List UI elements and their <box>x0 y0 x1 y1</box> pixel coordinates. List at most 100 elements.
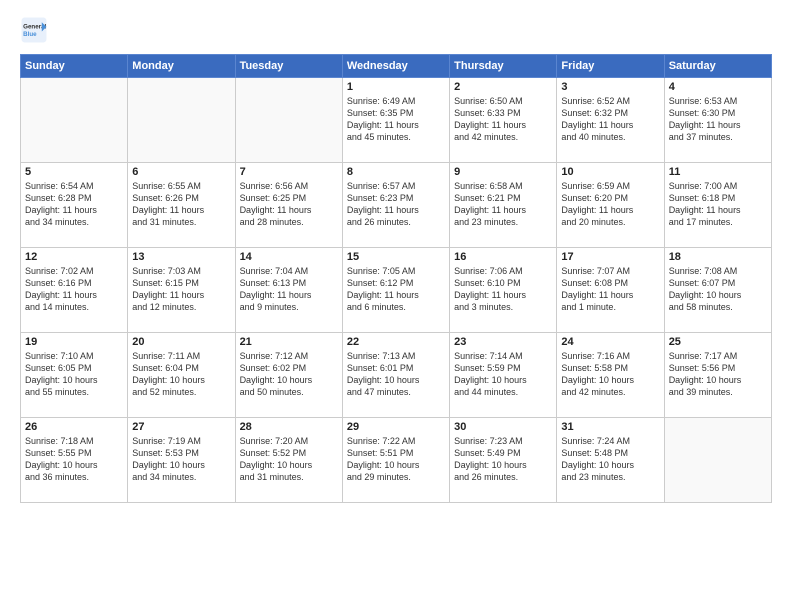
day-number: 10 <box>561 166 659 178</box>
day-number: 12 <box>25 251 123 263</box>
day-number: 14 <box>240 251 338 263</box>
day-info: Sunrise: 6:58 AM Sunset: 6:21 PM Dayligh… <box>454 180 552 229</box>
day-info: Sunrise: 7:00 AM Sunset: 6:18 PM Dayligh… <box>669 180 767 229</box>
weekday-header-friday: Friday <box>557 55 664 78</box>
calendar-week-row: 26Sunrise: 7:18 AM Sunset: 5:55 PM Dayli… <box>21 418 772 503</box>
day-number: 18 <box>669 251 767 263</box>
day-number: 29 <box>347 421 445 433</box>
day-info: Sunrise: 7:06 AM Sunset: 6:10 PM Dayligh… <box>454 265 552 314</box>
day-number: 20 <box>132 336 230 348</box>
calendar-cell: 1 Sunrise: 6:49 AM Sunset: 6:35 PM Daylig… <box>342 78 449 163</box>
calendar-cell: 28 Sunrise: 7:20 AM Sunset: 5:52 PM Dayli… <box>235 418 342 503</box>
day-number: 30 <box>454 421 552 433</box>
day-number: 3 <box>561 81 659 93</box>
day-info: Sunrise: 7:02 AM Sunset: 6:16 PM Dayligh… <box>25 265 123 314</box>
day-number: 25 <box>669 336 767 348</box>
calendar-cell: 29 Sunrise: 7:22 AM Sunset: 5:51 PM Dayli… <box>342 418 449 503</box>
calendar-cell: 17 Sunrise: 7:07 AM Sunset: 6:08 PM Dayli… <box>557 248 664 333</box>
day-number: 17 <box>561 251 659 263</box>
day-info: Sunrise: 7:07 AM Sunset: 6:08 PM Dayligh… <box>561 265 659 314</box>
day-info: Sunrise: 7:20 AM Sunset: 5:52 PM Dayligh… <box>240 435 338 484</box>
day-info: Sunrise: 7:16 AM Sunset: 5:58 PM Dayligh… <box>561 350 659 399</box>
calendar-cell: 30 Sunrise: 7:23 AM Sunset: 5:49 PM Dayli… <box>450 418 557 503</box>
calendar-cell <box>664 418 771 503</box>
calendar-cell: 16 Sunrise: 7:06 AM Sunset: 6:10 PM Dayli… <box>450 248 557 333</box>
logo: General Blue <box>20 16 48 44</box>
day-number: 28 <box>240 421 338 433</box>
day-number: 7 <box>240 166 338 178</box>
calendar-cell <box>128 78 235 163</box>
calendar-cell: 14 Sunrise: 7:04 AM Sunset: 6:13 PM Dayli… <box>235 248 342 333</box>
calendar-cell: 12 Sunrise: 7:02 AM Sunset: 6:16 PM Dayli… <box>21 248 128 333</box>
calendar-table: SundayMondayTuesdayWednesdayThursdayFrid… <box>20 54 772 503</box>
day-number: 19 <box>25 336 123 348</box>
header: General Blue <box>20 16 772 44</box>
day-number: 24 <box>561 336 659 348</box>
day-info: Sunrise: 7:23 AM Sunset: 5:49 PM Dayligh… <box>454 435 552 484</box>
day-number: 5 <box>25 166 123 178</box>
weekday-header-wednesday: Wednesday <box>342 55 449 78</box>
day-info: Sunrise: 7:22 AM Sunset: 5:51 PM Dayligh… <box>347 435 445 484</box>
calendar-cell: 6 Sunrise: 6:55 AM Sunset: 6:26 PM Daylig… <box>128 163 235 248</box>
calendar-cell: 13 Sunrise: 7:03 AM Sunset: 6:15 PM Dayli… <box>128 248 235 333</box>
day-number: 31 <box>561 421 659 433</box>
calendar-cell <box>21 78 128 163</box>
day-number: 1 <box>347 81 445 93</box>
day-info: Sunrise: 7:11 AM Sunset: 6:04 PM Dayligh… <box>132 350 230 399</box>
calendar-cell: 19 Sunrise: 7:10 AM Sunset: 6:05 PM Dayli… <box>21 333 128 418</box>
day-info: Sunrise: 7:13 AM Sunset: 6:01 PM Dayligh… <box>347 350 445 399</box>
calendar-cell: 26Sunrise: 7:18 AM Sunset: 5:55 PM Dayli… <box>21 418 128 503</box>
calendar-cell: 20 Sunrise: 7:11 AM Sunset: 6:04 PM Dayli… <box>128 333 235 418</box>
day-info: Sunrise: 7:19 AM Sunset: 5:53 PM Dayligh… <box>132 435 230 484</box>
calendar-cell: 7 Sunrise: 6:56 AM Sunset: 6:25 PM Daylig… <box>235 163 342 248</box>
calendar-cell: 25 Sunrise: 7:17 AM Sunset: 5:56 PM Dayli… <box>664 333 771 418</box>
day-info: Sunrise: 7:04 AM Sunset: 6:13 PM Dayligh… <box>240 265 338 314</box>
page: General Blue SundayMondayTuesdayWednesda… <box>0 0 792 612</box>
day-info: Sunrise: 6:54 AM Sunset: 6:28 PM Dayligh… <box>25 180 123 229</box>
calendar-week-row: 19 Sunrise: 7:10 AM Sunset: 6:05 PM Dayli… <box>21 333 772 418</box>
day-number: 27 <box>132 421 230 433</box>
calendar-cell: 18 Sunrise: 7:08 AM Sunset: 6:07 PM Dayli… <box>664 248 771 333</box>
calendar-cell: 24 Sunrise: 7:16 AM Sunset: 5:58 PM Dayli… <box>557 333 664 418</box>
day-info: Sunrise: 7:17 AM Sunset: 5:56 PM Dayligh… <box>669 350 767 399</box>
calendar-week-row: 1 Sunrise: 6:49 AM Sunset: 6:35 PM Daylig… <box>21 78 772 163</box>
day-info: Sunrise: 7:18 AM Sunset: 5:55 PM Dayligh… <box>25 435 123 484</box>
svg-text:Blue: Blue <box>23 31 37 38</box>
day-number: 6 <box>132 166 230 178</box>
calendar-cell: 22Sunrise: 7:13 AM Sunset: 6:01 PM Dayli… <box>342 333 449 418</box>
day-info: Sunrise: 6:56 AM Sunset: 6:25 PM Dayligh… <box>240 180 338 229</box>
weekday-header-monday: Monday <box>128 55 235 78</box>
calendar-week-row: 12 Sunrise: 7:02 AM Sunset: 6:16 PM Dayli… <box>21 248 772 333</box>
day-info: Sunrise: 7:10 AM Sunset: 6:05 PM Dayligh… <box>25 350 123 399</box>
calendar-cell: 23Sunrise: 7:14 AM Sunset: 5:59 PM Dayli… <box>450 333 557 418</box>
calendar-cell: 4Sunrise: 6:53 AM Sunset: 6:30 PM Daylig… <box>664 78 771 163</box>
weekday-header-saturday: Saturday <box>664 55 771 78</box>
day-info: Sunrise: 6:52 AM Sunset: 6:32 PM Dayligh… <box>561 95 659 144</box>
weekday-header-sunday: Sunday <box>21 55 128 78</box>
calendar-cell: 15Sunrise: 7:05 AM Sunset: 6:12 PM Dayli… <box>342 248 449 333</box>
calendar-cell <box>235 78 342 163</box>
day-info: Sunrise: 6:57 AM Sunset: 6:23 PM Dayligh… <box>347 180 445 229</box>
day-info: Sunrise: 7:08 AM Sunset: 6:07 PM Dayligh… <box>669 265 767 314</box>
day-info: Sunrise: 6:49 AM Sunset: 6:35 PM Dayligh… <box>347 95 445 144</box>
calendar-cell: 3 Sunrise: 6:52 AM Sunset: 6:32 PM Daylig… <box>557 78 664 163</box>
calendar-cell: 2 Sunrise: 6:50 AM Sunset: 6:33 PM Daylig… <box>450 78 557 163</box>
day-number: 4 <box>669 81 767 93</box>
calendar-cell: 5 Sunrise: 6:54 AM Sunset: 6:28 PM Daylig… <box>21 163 128 248</box>
calendar-cell: 31Sunrise: 7:24 AM Sunset: 5:48 PM Dayli… <box>557 418 664 503</box>
day-number: 16 <box>454 251 552 263</box>
calendar-cell: 9Sunrise: 6:58 AM Sunset: 6:21 PM Daylig… <box>450 163 557 248</box>
day-number: 13 <box>132 251 230 263</box>
calendar-cell: 27 Sunrise: 7:19 AM Sunset: 5:53 PM Dayli… <box>128 418 235 503</box>
day-info: Sunrise: 6:50 AM Sunset: 6:33 PM Dayligh… <box>454 95 552 144</box>
day-info: Sunrise: 7:03 AM Sunset: 6:15 PM Dayligh… <box>132 265 230 314</box>
day-info: Sunrise: 7:05 AM Sunset: 6:12 PM Dayligh… <box>347 265 445 314</box>
day-number: 2 <box>454 81 552 93</box>
day-number: 11 <box>669 166 767 178</box>
day-info: Sunrise: 7:12 AM Sunset: 6:02 PM Dayligh… <box>240 350 338 399</box>
weekday-header-thursday: Thursday <box>450 55 557 78</box>
weekday-header-tuesday: Tuesday <box>235 55 342 78</box>
day-info: Sunrise: 6:55 AM Sunset: 6:26 PM Dayligh… <box>132 180 230 229</box>
day-number: 23 <box>454 336 552 348</box>
calendar-cell: 11 Sunrise: 7:00 AM Sunset: 6:18 PM Dayli… <box>664 163 771 248</box>
